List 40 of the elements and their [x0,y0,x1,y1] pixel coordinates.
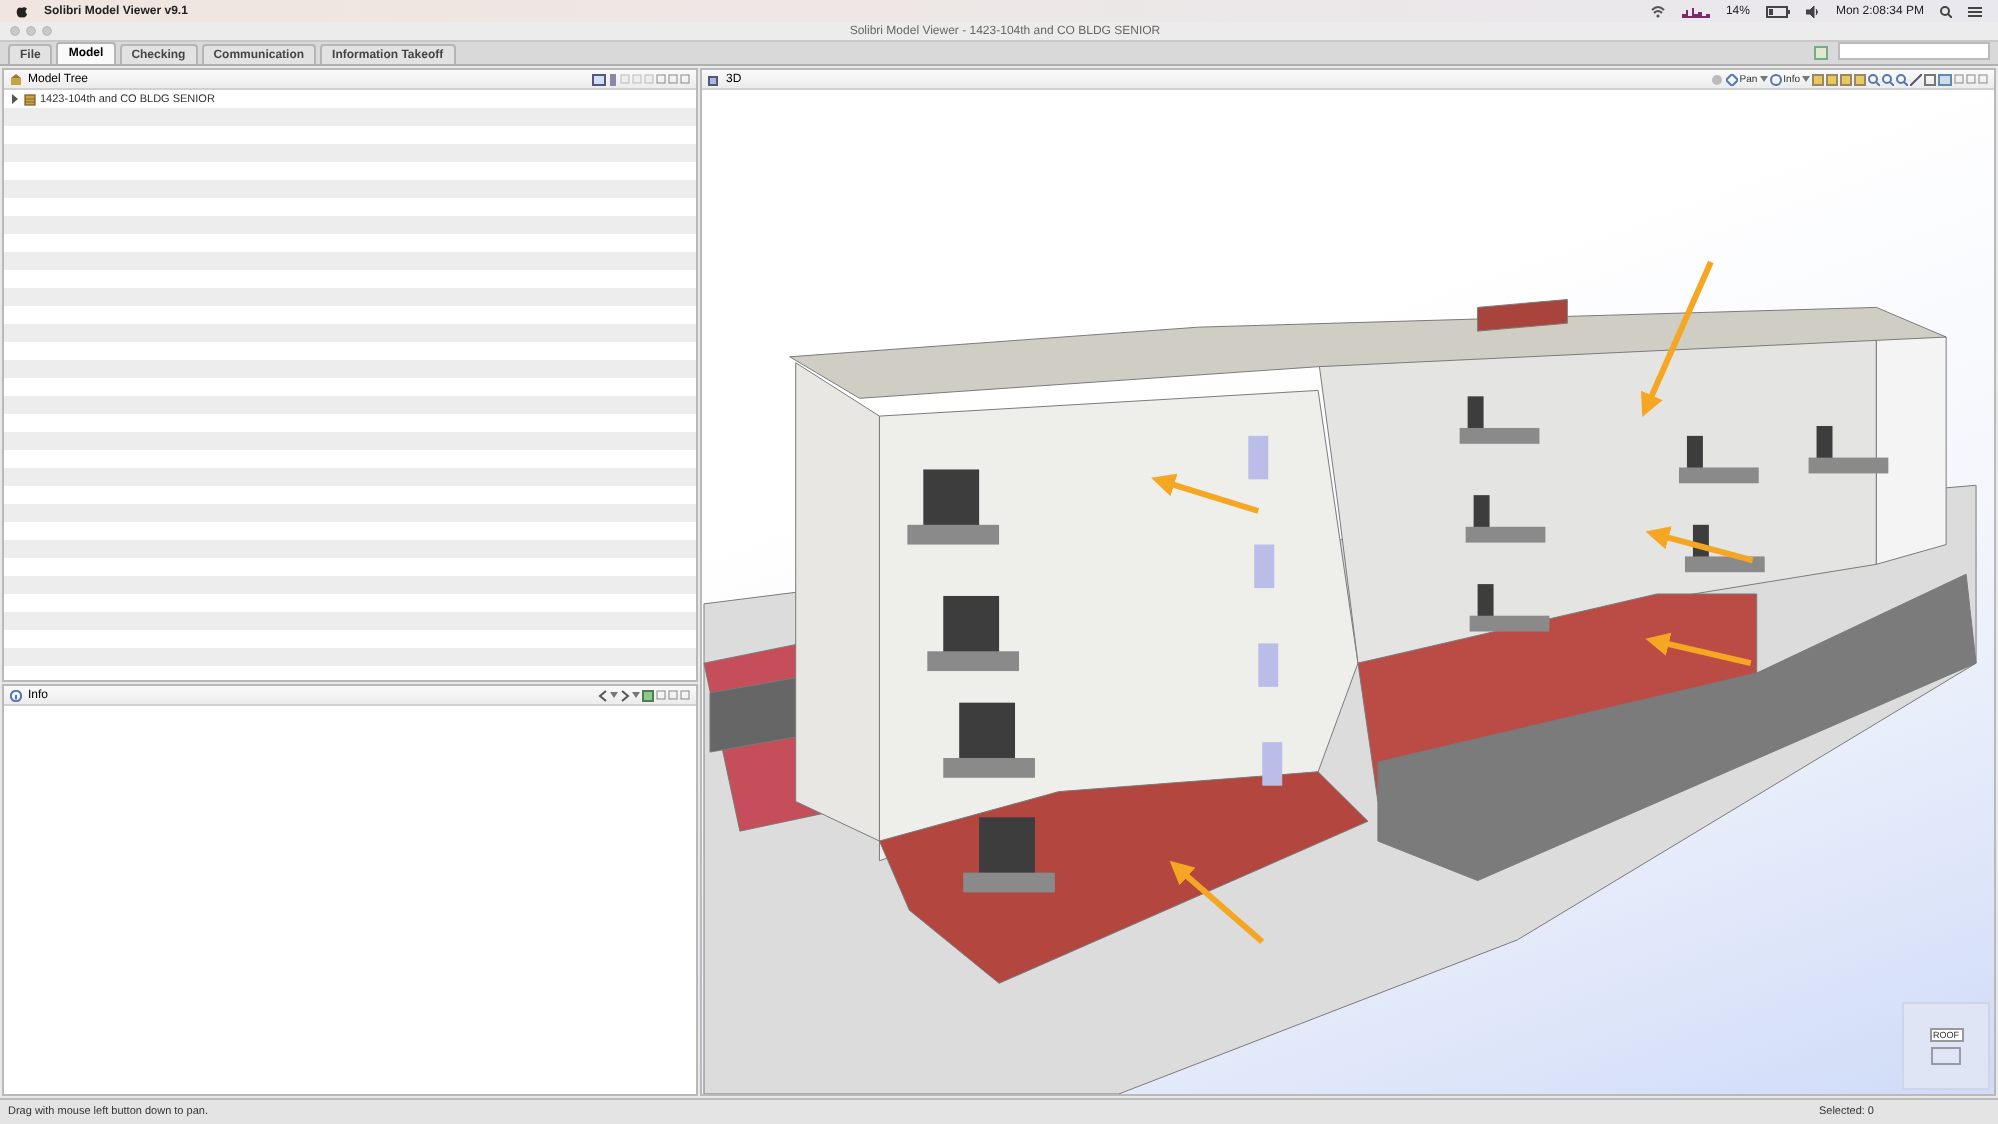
activity-graph-icon[interactable] [1681,4,1710,18]
frame-icon[interactable] [1924,73,1936,85]
wifi-icon[interactable] [1649,4,1666,18]
minimize-icon[interactable] [1954,74,1964,84]
volume-icon[interactable] [1805,5,1820,17]
pan-icon[interactable] [1725,73,1738,85]
expand-toggle-icon[interactable] [10,94,20,104]
maximize-icon[interactable] [668,690,678,701]
restore-icon[interactable] [680,74,690,84]
pointer-arrow [1169,860,1265,945]
dropdown-icon[interactable] [632,692,640,699]
model-tree-icon[interactable] [10,73,22,85]
apple-icon[interactable] [16,4,28,18]
maximize-icon[interactable] [1966,74,1976,84]
dropdown-icon[interactable] [610,692,618,699]
layout-icon[interactable] [1938,73,1952,85]
back-icon[interactable] [598,689,608,702]
battery-icon[interactable] [1765,5,1790,17]
search-icon[interactable] [1940,5,1952,17]
filter-icon[interactable] [592,73,606,85]
info-icon[interactable] [1769,73,1782,85]
maximize-icon[interactable] [668,74,678,84]
info-icon[interactable] [10,689,22,702]
cube-icon[interactable] [1930,1045,1962,1065]
pointer-arrow [1151,473,1260,514]
pointer-arrow [1645,632,1752,667]
dropdown-icon[interactable] [1759,76,1768,82]
restore-icon[interactable] [1978,74,1988,84]
menu-icon[interactable] [1968,5,1982,17]
restore-icon[interactable] [680,690,690,701]
zoom-icon[interactable] [1868,73,1880,85]
toolbar-icon[interactable] [1814,46,1828,60]
search-field[interactable] [1838,42,1990,60]
minimize-icon[interactable] [656,74,666,84]
cube-3d-icon[interactable] [708,73,720,85]
pointer-arrow [1645,526,1754,564]
forward-icon[interactable] [620,689,630,702]
dropdown-icon[interactable] [1802,76,1810,82]
minimize-icon[interactable] [656,690,666,701]
building-icon[interactable] [24,93,36,105]
